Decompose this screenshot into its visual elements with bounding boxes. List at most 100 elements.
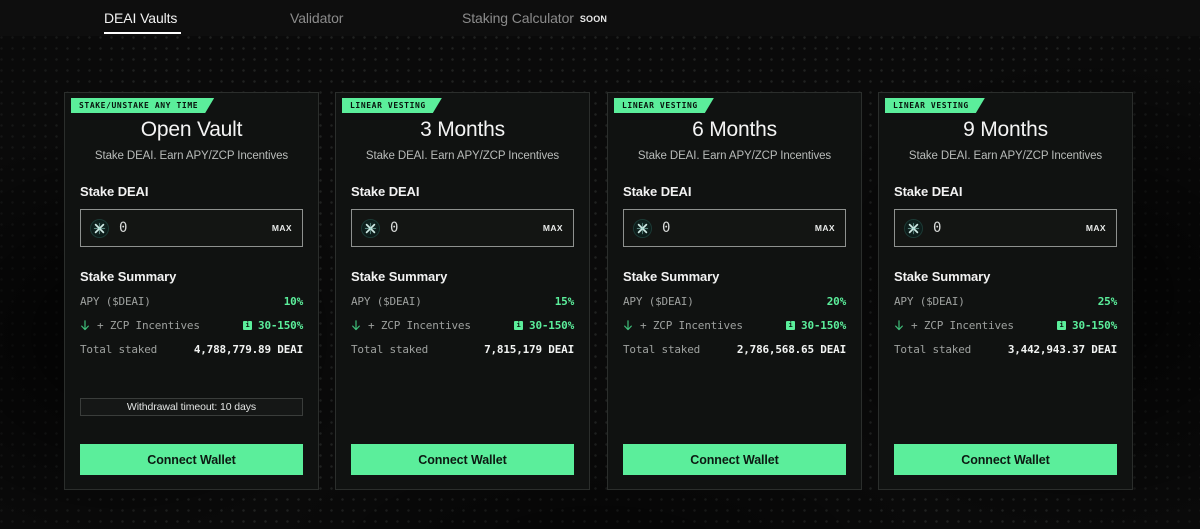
card-ribbon-badge: STAKE/UNSTAKE ANY TIME	[71, 98, 214, 113]
apy-value: 25%	[1097, 295, 1117, 308]
summary-row-zcp: + ZCP Incentives i 30-150%	[894, 319, 1117, 332]
card-title: 9 Months	[963, 118, 1048, 141]
stake-amount-input[interactable]: 0 MAX	[80, 209, 303, 247]
summary-row-total-staked: Total staked 7,815,179 DEAI	[351, 343, 574, 356]
zcp-range-value: 30-150%	[529, 319, 574, 332]
card-body: Open Vault Stake DEAI. Earn APY/ZCP Incen…	[65, 119, 318, 356]
total-staked-label: Total staked	[80, 343, 158, 356]
apy-value: 15%	[554, 295, 574, 308]
deai-token-icon	[90, 218, 109, 238]
max-button[interactable]: MAX	[1086, 223, 1106, 233]
stake-summary-title: Stake Summary	[623, 269, 720, 284]
stake-summary-title: Stake Summary	[80, 269, 177, 284]
deai-token-icon	[904, 218, 923, 238]
apy-value: 20%	[826, 295, 846, 308]
card-subtitle: Stake DEAI. Earn APY/ZCP Incentives	[365, 150, 560, 162]
stake-section-label: Stake DEAI	[80, 184, 149, 199]
zcp-label: + ZCP Incentives	[97, 319, 200, 332]
max-button[interactable]: MAX	[272, 223, 292, 233]
stake-section-label: Stake DEAI	[351, 184, 420, 199]
summary-row-zcp: + ZCP Incentives i 30-150%	[351, 319, 574, 332]
zcp-value-group: i 30-150%	[514, 319, 574, 332]
card-ribbon-badge: LINEAR VESTING	[342, 98, 442, 113]
apy-label: APY ($DEAI)	[351, 295, 422, 308]
connect-wallet-button[interactable]: Connect Wallet	[623, 444, 846, 475]
stake-amount-value[interactable]: 0	[662, 220, 815, 236]
stake-section-label: Stake DEAI	[894, 184, 963, 199]
stake-amount-input[interactable]: 0 MAX	[351, 209, 574, 247]
nav-tab-label: DEAI Vaults	[104, 10, 178, 26]
card-title: Open Vault	[140, 118, 243, 141]
deai-token-icon	[633, 218, 652, 238]
zcp-range-value: 30-150%	[258, 319, 303, 332]
nav-tab-label: Staking Calculator	[462, 10, 574, 26]
nav-tab-deai-vaults[interactable]: DEAI Vaults	[104, 0, 181, 36]
vault-card: STAKE/UNSTAKE ANY TIME Open Vault Stake DE…	[64, 92, 319, 490]
arrow-down-icon	[623, 320, 633, 331]
total-staked-label: Total staked	[623, 343, 701, 356]
card-ribbon-badge: LINEAR VESTING	[885, 98, 985, 113]
arrow-down-icon	[894, 320, 904, 331]
arrow-down-icon	[80, 320, 90, 331]
stake-section-label: Stake DEAI	[623, 184, 692, 199]
summary-row-total-staked: Total staked 3,442,943.37 DEAI	[894, 343, 1117, 356]
summary-row-apy: APY ($DEAI) 15%	[351, 295, 574, 308]
stake-amount-input[interactable]: 0 MAX	[894, 209, 1117, 247]
info-icon: i	[243, 321, 253, 330]
zcp-range-value: 30-150%	[1072, 319, 1117, 332]
card-subtitle: Stake DEAI. Earn APY/ZCP Incentives	[908, 150, 1103, 162]
total-staked-value: 7,815,179 DEAI	[484, 343, 574, 356]
vault-card: LINEAR VESTING 6 Months Stake DEAI. Earn A…	[607, 92, 862, 490]
max-button[interactable]: MAX	[815, 223, 835, 233]
nav-soon-badge: SOON	[579, 14, 608, 24]
zcp-label: + ZCP Incentives	[911, 319, 1014, 332]
stake-amount-value[interactable]: 0	[933, 220, 1086, 236]
top-navigation: DEAI Vaults Validator Staking Calculator SO…	[0, 0, 1200, 36]
summary-row-total-staked: Total staked 2,786,568.65 DEAI	[623, 343, 846, 356]
zcp-range-value: 30-150%	[801, 319, 846, 332]
page-root: DEAI Vaults Validator Staking Calculator SO…	[0, 0, 1200, 529]
zcp-value-group: i 30-150%	[243, 319, 303, 332]
zcp-value-group: i 30-150%	[786, 319, 846, 332]
zcp-label: + ZCP Incentives	[368, 319, 471, 332]
vault-card: LINEAR VESTING 3 Months Stake DEAI. Earn A…	[335, 92, 590, 490]
total-staked-value: 3,442,943.37 DEAI	[1007, 343, 1117, 356]
connect-wallet-button[interactable]: Connect Wallet	[80, 444, 303, 475]
card-body: 9 Months Stake DEAI. Earn APY/ZCP Incenti…	[879, 119, 1132, 356]
arrow-down-icon	[351, 320, 361, 331]
nav-tab-validator[interactable]: Validator	[290, 0, 343, 36]
summary-row-zcp: + ZCP Incentives i 30-150%	[80, 319, 303, 332]
total-staked-label: Total staked	[351, 343, 429, 356]
apy-label: APY ($DEAI)	[623, 295, 694, 308]
card-title: 6 Months	[692, 118, 777, 141]
connect-wallet-button[interactable]: Connect Wallet	[894, 444, 1117, 475]
connect-wallet-button[interactable]: Connect Wallet	[351, 444, 574, 475]
total-staked-value: 2,786,568.65 DEAI	[736, 343, 846, 356]
vault-card-grid: STAKE/UNSTAKE ANY TIME Open Vault Stake DE…	[0, 92, 1200, 492]
card-body: 6 Months Stake DEAI. Earn APY/ZCP Incenti…	[608, 119, 861, 356]
zcp-value-group: i 30-150%	[1057, 319, 1117, 332]
nav-item-list: DEAI Vaults Validator Staking Calculator SO…	[0, 0, 1200, 36]
summary-row-apy: APY ($DEAI) 10%	[80, 295, 303, 308]
nav-tab-label: Validator	[290, 10, 344, 26]
apy-label: APY ($DEAI)	[80, 295, 151, 308]
info-icon: i	[1057, 321, 1067, 330]
stake-amount-value[interactable]: 0	[119, 220, 272, 236]
apy-label: APY ($DEAI)	[894, 295, 965, 308]
vault-card: LINEAR VESTING 9 Months Stake DEAI. Earn A…	[878, 92, 1133, 490]
card-title: 3 Months	[420, 118, 505, 141]
nav-tab-staking-calculator[interactable]: Staking Calculator SOON	[462, 0, 607, 36]
max-button[interactable]: MAX	[543, 223, 563, 233]
deai-token-icon	[361, 218, 380, 238]
card-body: 3 Months Stake DEAI. Earn APY/ZCP Incenti…	[336, 119, 589, 356]
info-icon: i	[514, 321, 524, 330]
withdrawal-timeout-pill: Withdrawal timeout: 10 days	[80, 398, 303, 416]
stake-amount-value[interactable]: 0	[390, 220, 543, 236]
stake-amount-input[interactable]: 0 MAX	[623, 209, 846, 247]
zcp-label: + ZCP Incentives	[640, 319, 743, 332]
nav-active-underline	[104, 32, 181, 34]
stake-summary-title: Stake Summary	[894, 269, 991, 284]
stake-summary-title: Stake Summary	[351, 269, 448, 284]
summary-row-total-staked: Total staked 4,788,779.89 DEAI	[80, 343, 303, 356]
card-ribbon-badge: LINEAR VESTING	[614, 98, 714, 113]
